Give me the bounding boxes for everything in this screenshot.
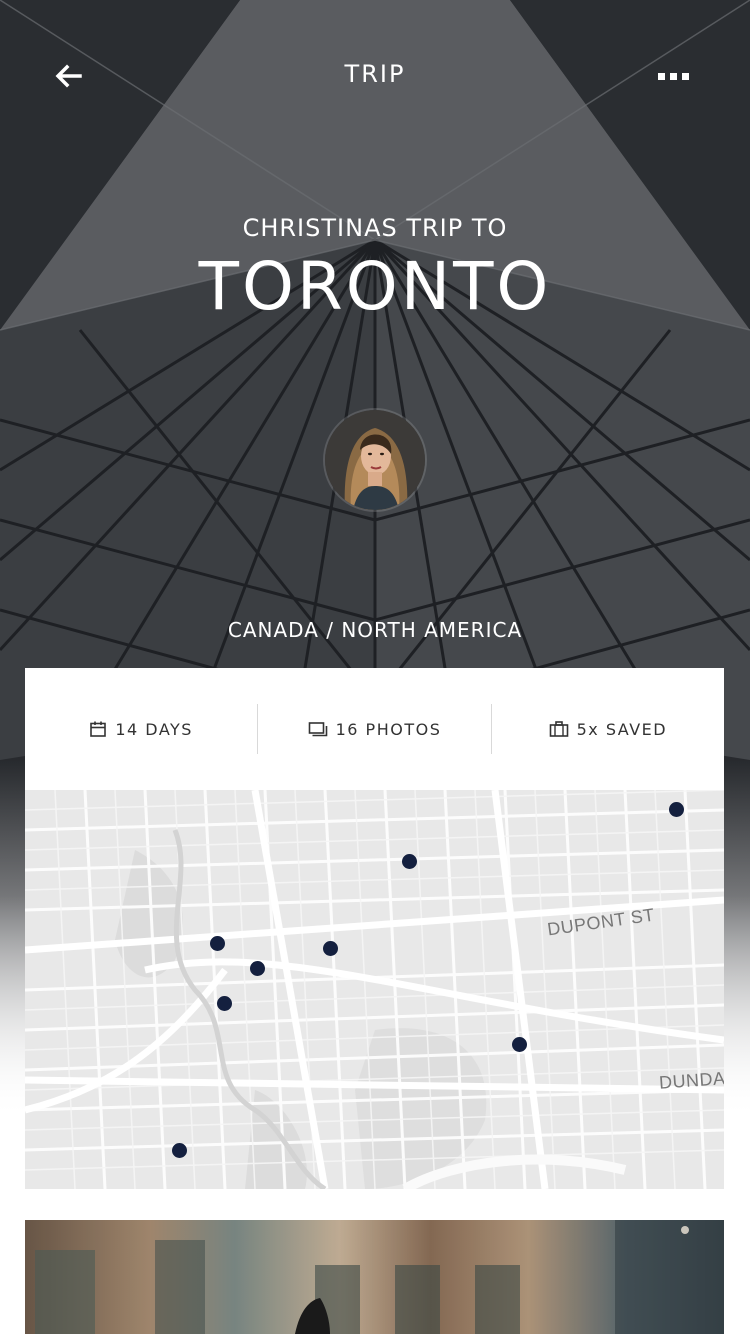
stat-days-label: 14 DAYS — [115, 719, 193, 739]
trip-location: CANADA / NORTH AMERICA — [227, 618, 523, 642]
avatar[interactable] — [325, 410, 425, 510]
page-title: TRIP — [344, 60, 406, 88]
stat-saved-label: 5x SAVED — [576, 719, 668, 739]
trip-map[interactable]: DUPONT ST DUNDAS — [25, 790, 724, 1189]
map-streets — [25, 790, 724, 1189]
map-pin[interactable] — [402, 854, 417, 869]
more-dot — [682, 73, 689, 80]
briefcase-icon — [549, 721, 568, 737]
map-pin[interactable] — [217, 996, 232, 1011]
stat-photos-label: 16 PHOTOS — [335, 719, 442, 739]
street-photo — [25, 1220, 724, 1334]
map-pin[interactable] — [323, 941, 338, 956]
map-pin[interactable] — [172, 1143, 187, 1158]
map-pin[interactable] — [669, 802, 684, 817]
photos-icon — [308, 722, 327, 737]
stat-photos[interactable]: 16 PHOTOS — [257, 704, 490, 754]
map-pin[interactable] — [250, 961, 265, 976]
map-pin[interactable] — [512, 1037, 527, 1052]
trip-city: TORONTO — [198, 248, 552, 325]
stat-days[interactable]: 14 DAYS — [25, 704, 257, 754]
avatar-photo — [325, 410, 425, 510]
more-dot — [670, 73, 677, 80]
trip-subtitle: CHRISTINAS TRIP TO — [242, 214, 508, 242]
stat-saved[interactable]: 5x SAVED — [490, 704, 724, 754]
street-label-dundas: DUNDAS — [658, 1067, 724, 1093]
top-bar: TRIP — [0, 44, 750, 108]
trip-photo-card[interactable] — [25, 1220, 724, 1334]
map-pin[interactable] — [210, 936, 225, 951]
more-dots-icon — [658, 73, 665, 80]
more-button[interactable] — [658, 66, 694, 86]
trip-stats: 14 DAYS 16 PHOTOS 5x SAVED — [25, 668, 724, 790]
calendar-icon — [90, 721, 107, 737]
